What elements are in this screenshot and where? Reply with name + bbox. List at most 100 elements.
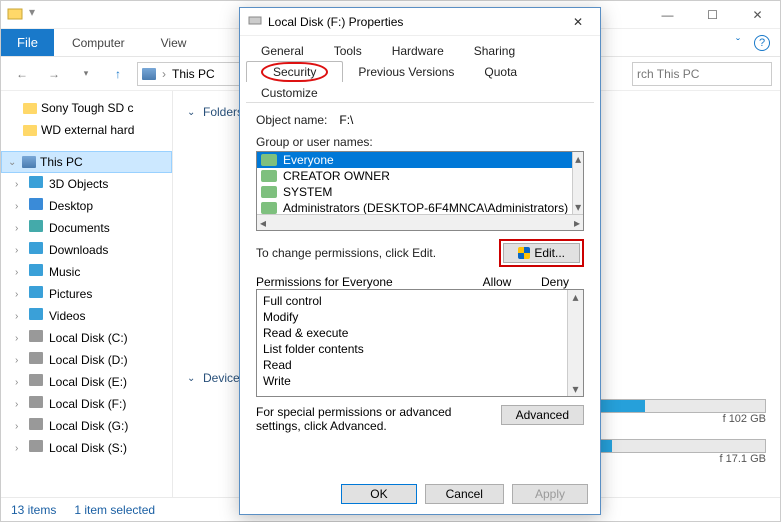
navigation-pane[interactable]: Sony Tough SD c WD external hard ⌄This P…: [1, 91, 173, 497]
close-button[interactable]: ✕: [735, 1, 780, 29]
recent-dropdown-icon[interactable]: ▾: [73, 61, 99, 87]
chevron-right-icon[interactable]: ›: [15, 223, 25, 234]
tab-hardware[interactable]: Hardware: [377, 40, 459, 61]
cancel-button[interactable]: Cancel: [425, 484, 504, 504]
permission-item: Full control: [263, 294, 561, 310]
forward-button: →: [41, 61, 67, 87]
chevron-right-icon[interactable]: ›: [15, 311, 25, 322]
nav-item[interactable]: ›3D Objects: [1, 173, 172, 195]
nav-item[interactable]: ›Downloads: [1, 239, 172, 261]
tab-general[interactable]: General: [246, 40, 319, 61]
tab-tools[interactable]: Tools: [319, 40, 377, 61]
advanced-button[interactable]: Advanced: [501, 405, 584, 425]
highlight-circle: Security: [261, 62, 328, 82]
chevron-down-icon[interactable]: ⌄: [8, 157, 18, 168]
user-list-item[interactable]: CREATOR OWNER: [257, 168, 572, 184]
tab-quota[interactable]: Quota: [469, 61, 532, 82]
scroll-up-icon[interactable]: ▴: [575, 152, 581, 166]
tab-customize[interactable]: Customize: [246, 82, 333, 103]
drive-icon: [248, 13, 262, 30]
dialog-close-button[interactable]: ✕: [564, 12, 592, 32]
chevron-down-icon[interactable]: ⌄: [187, 373, 197, 384]
drive-icon: [29, 330, 45, 346]
dialog-body: Object name: F:\ Group or user names: Ev…: [246, 102, 594, 476]
ribbon-tab-computer[interactable]: Computer: [54, 29, 143, 56]
chevron-down-icon[interactable]: ⌄: [187, 107, 197, 118]
nav-item[interactable]: ›Local Disk (F:): [1, 393, 172, 415]
chevron-right-icon[interactable]: ›: [15, 399, 25, 410]
ribbon-tab-view[interactable]: View: [143, 29, 205, 56]
scroll-down-icon[interactable]: ▾: [575, 200, 581, 214]
nav-item[interactable]: ›Local Disk (S:): [1, 437, 172, 459]
users-icon: [261, 170, 277, 182]
dialog-title: Local Disk (F:) Properties: [268, 15, 564, 29]
maximize-button[interactable]: ☐: [690, 1, 735, 29]
tab-sharing[interactable]: Sharing: [459, 40, 530, 61]
drive-icon: [29, 374, 45, 390]
vertical-scrollbar[interactable]: ▴▾: [572, 152, 583, 214]
permission-item: Write: [263, 374, 561, 390]
object-name-label: Object name:: [256, 113, 327, 127]
edit-button[interactable]: Edit...: [503, 243, 580, 263]
users-icon: [261, 202, 277, 214]
nav-item[interactable]: ›Videos: [1, 305, 172, 327]
chevron-right-icon[interactable]: ›: [15, 355, 25, 366]
minimize-button[interactable]: —: [645, 1, 690, 29]
up-button[interactable]: ↑: [105, 61, 131, 87]
nav-item[interactable]: ›Documents: [1, 217, 172, 239]
status-item-count: 13 items: [11, 503, 56, 517]
chevron-right-icon[interactable]: ›: [15, 267, 25, 278]
pc-icon: [22, 156, 36, 168]
allow-column-header: Allow: [468, 275, 526, 289]
chevron-right-icon[interactable]: ›: [15, 421, 25, 432]
scroll-left-icon[interactable]: ◂: [260, 216, 266, 230]
scroll-right-icon[interactable]: ▸: [574, 216, 580, 230]
user-list-item[interactable]: Administrators (DESKTOP-6F4MNCA\Administ…: [257, 200, 572, 214]
scroll-up-icon[interactable]: ▴: [572, 290, 578, 304]
user-list-item[interactable]: Everyone: [257, 152, 572, 168]
music-icon: [29, 264, 45, 280]
dialog-title-bar[interactable]: Local Disk (F:) Properties ✕: [240, 8, 600, 36]
permissions-label: Permissions for Everyone: [256, 275, 468, 289]
chevron-right-icon[interactable]: ›: [15, 443, 25, 454]
chevron-right-icon[interactable]: ›: [15, 201, 25, 212]
users-listbox[interactable]: EveryoneCREATOR OWNERSYSTEMAdministrator…: [256, 151, 584, 231]
nav-item[interactable]: ›Local Disk (C:): [1, 327, 172, 349]
help-icon[interactable]: ?: [754, 35, 770, 51]
back-button[interactable]: ←: [9, 61, 35, 87]
dialog-buttons: OK Cancel Apply: [240, 476, 600, 514]
nav-quick-item[interactable]: Sony Tough SD c: [1, 97, 172, 119]
nav-item[interactable]: ›Pictures: [1, 283, 172, 305]
nav-item[interactable]: ›Local Disk (E:): [1, 371, 172, 393]
chevron-right-icon[interactable]: ›: [15, 245, 25, 256]
edit-hint: To change permissions, click Edit.: [256, 246, 436, 260]
chevron-right-icon[interactable]: ›: [15, 179, 25, 190]
permission-item: Read: [263, 358, 561, 374]
overflow-icon[interactable]: ▾: [29, 5, 45, 21]
scroll-down-icon[interactable]: ▾: [572, 382, 578, 396]
vertical-scrollbar[interactable]: ▴▾: [567, 290, 583, 396]
search-input[interactable]: rch This PC: [632, 62, 772, 86]
tab-security[interactable]: Security: [246, 61, 343, 82]
ok-button[interactable]: OK: [341, 484, 416, 504]
shield-icon: [518, 247, 530, 259]
chevron-right-icon[interactable]: ›: [15, 377, 25, 388]
ribbon-expand-icon[interactable]: ˇ: [736, 36, 740, 50]
apply-button[interactable]: Apply: [512, 484, 588, 504]
nav-item[interactable]: ›Desktop: [1, 195, 172, 217]
nav-item[interactable]: ›Local Disk (D:): [1, 349, 172, 371]
permissions-listbox[interactable]: Full controlModifyRead & executeList fol…: [256, 289, 584, 397]
chevron-right-icon[interactable]: ›: [15, 289, 25, 300]
pc-icon: [142, 68, 156, 80]
nav-this-pc[interactable]: ⌄This PC: [1, 151, 172, 173]
horizontal-scrollbar[interactable]: ◂▸: [257, 214, 583, 230]
highlight-box: Edit...: [499, 239, 584, 267]
user-list-item[interactable]: SYSTEM: [257, 184, 572, 200]
tab-previous-versions[interactable]: Previous Versions: [343, 61, 469, 82]
file-tab[interactable]: File: [1, 29, 54, 56]
chevron-right-icon[interactable]: ›: [15, 333, 25, 344]
nav-item[interactable]: ›Local Disk (G:): [1, 415, 172, 437]
download-icon: [29, 242, 45, 258]
nav-item[interactable]: ›Music: [1, 261, 172, 283]
nav-quick-item[interactable]: WD external hard: [1, 119, 172, 141]
